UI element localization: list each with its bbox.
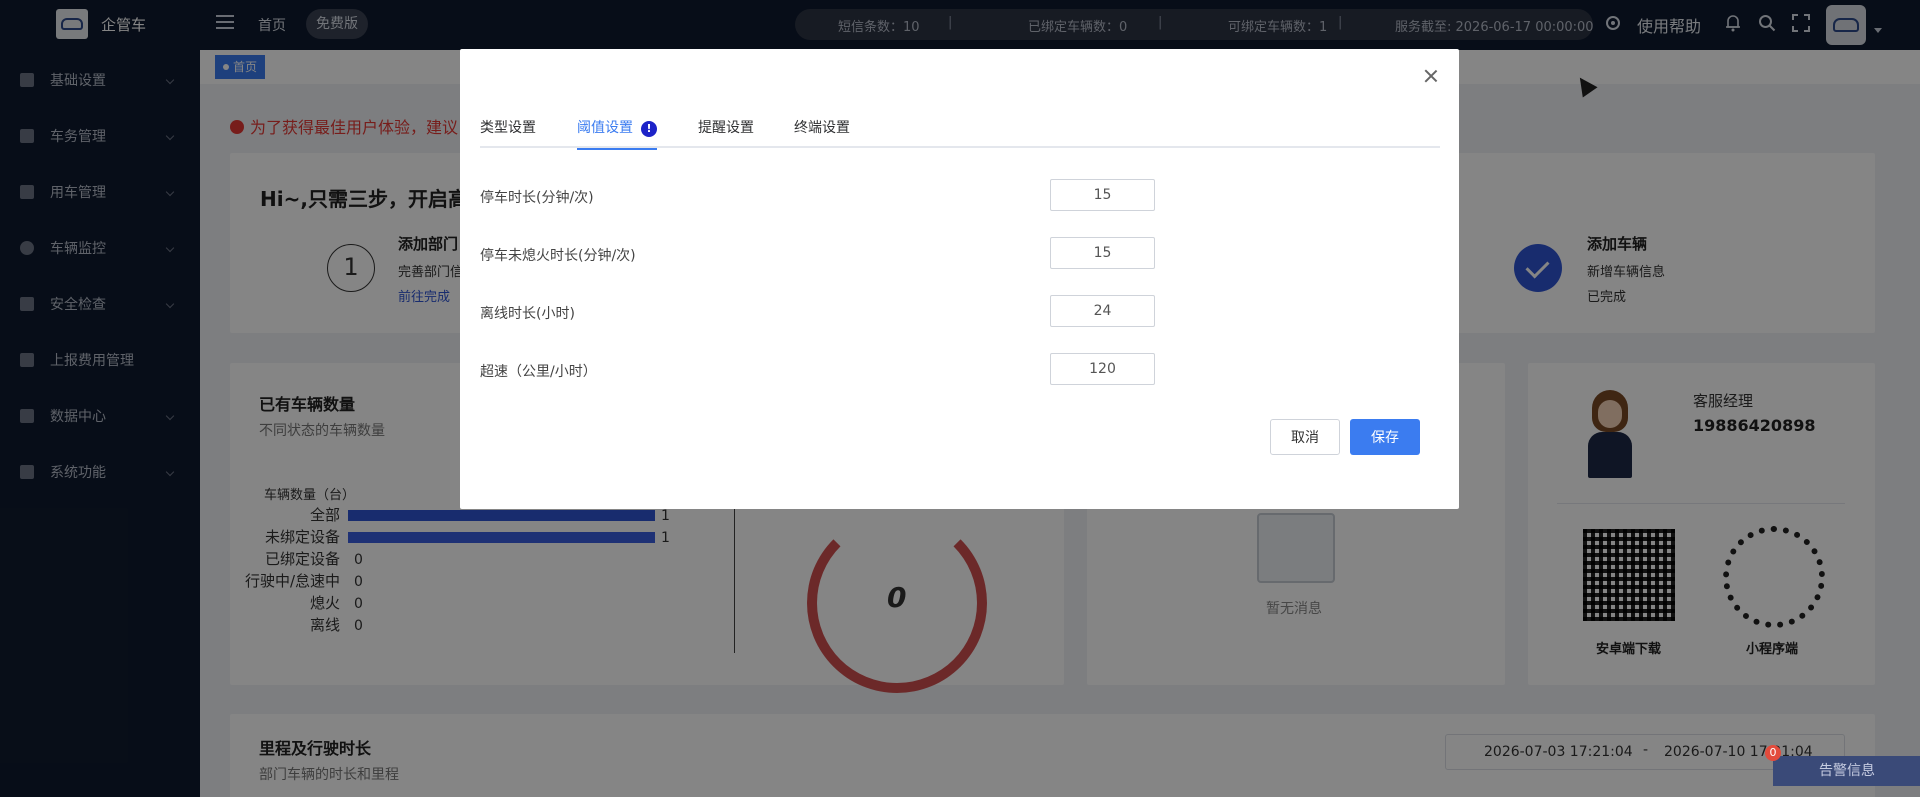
tab-type-settings[interactable]: 类型设置 — [480, 118, 536, 148]
cancel-button[interactable]: 取消 — [1270, 419, 1340, 455]
parking-duration-label: 停车时长(分钟/次) — [480, 190, 594, 206]
alert-count-badge: 0 — [1765, 745, 1781, 761]
threshold-settings-dialog: 类型设置 阈值设置! 提醒设置 终端设置 停车时长(分钟/次) 停车未熄火时长(… — [460, 49, 1459, 509]
alert-badge-icon: ! — [641, 121, 657, 137]
idle-duration-input[interactable] — [1050, 237, 1155, 269]
tab-terminal-settings[interactable]: 终端设置 — [794, 118, 850, 148]
settings-tabs: 类型设置 阈值设置! 提醒设置 终端设置 — [480, 118, 1440, 150]
parking-duration-input[interactable] — [1050, 179, 1155, 211]
speeding-label: 超速（公里/小时） — [480, 364, 597, 380]
alert-info-button[interactable]: 告警信息 — [1773, 756, 1920, 786]
speeding-input[interactable] — [1050, 353, 1155, 385]
tab-label: 阈值设置 — [577, 120, 633, 136]
tab-reminder-settings[interactable]: 提醒设置 — [698, 118, 754, 148]
save-button[interactable]: 保存 — [1350, 419, 1420, 455]
offline-duration-input[interactable] — [1050, 295, 1155, 327]
idle-duration-label: 停车未熄火时长(分钟/次) — [480, 248, 636, 264]
offline-duration-label: 离线时长(小时) — [480, 306, 575, 322]
tab-threshold-settings[interactable]: 阈值设置! — [577, 118, 657, 150]
close-icon[interactable] — [1424, 69, 1438, 83]
